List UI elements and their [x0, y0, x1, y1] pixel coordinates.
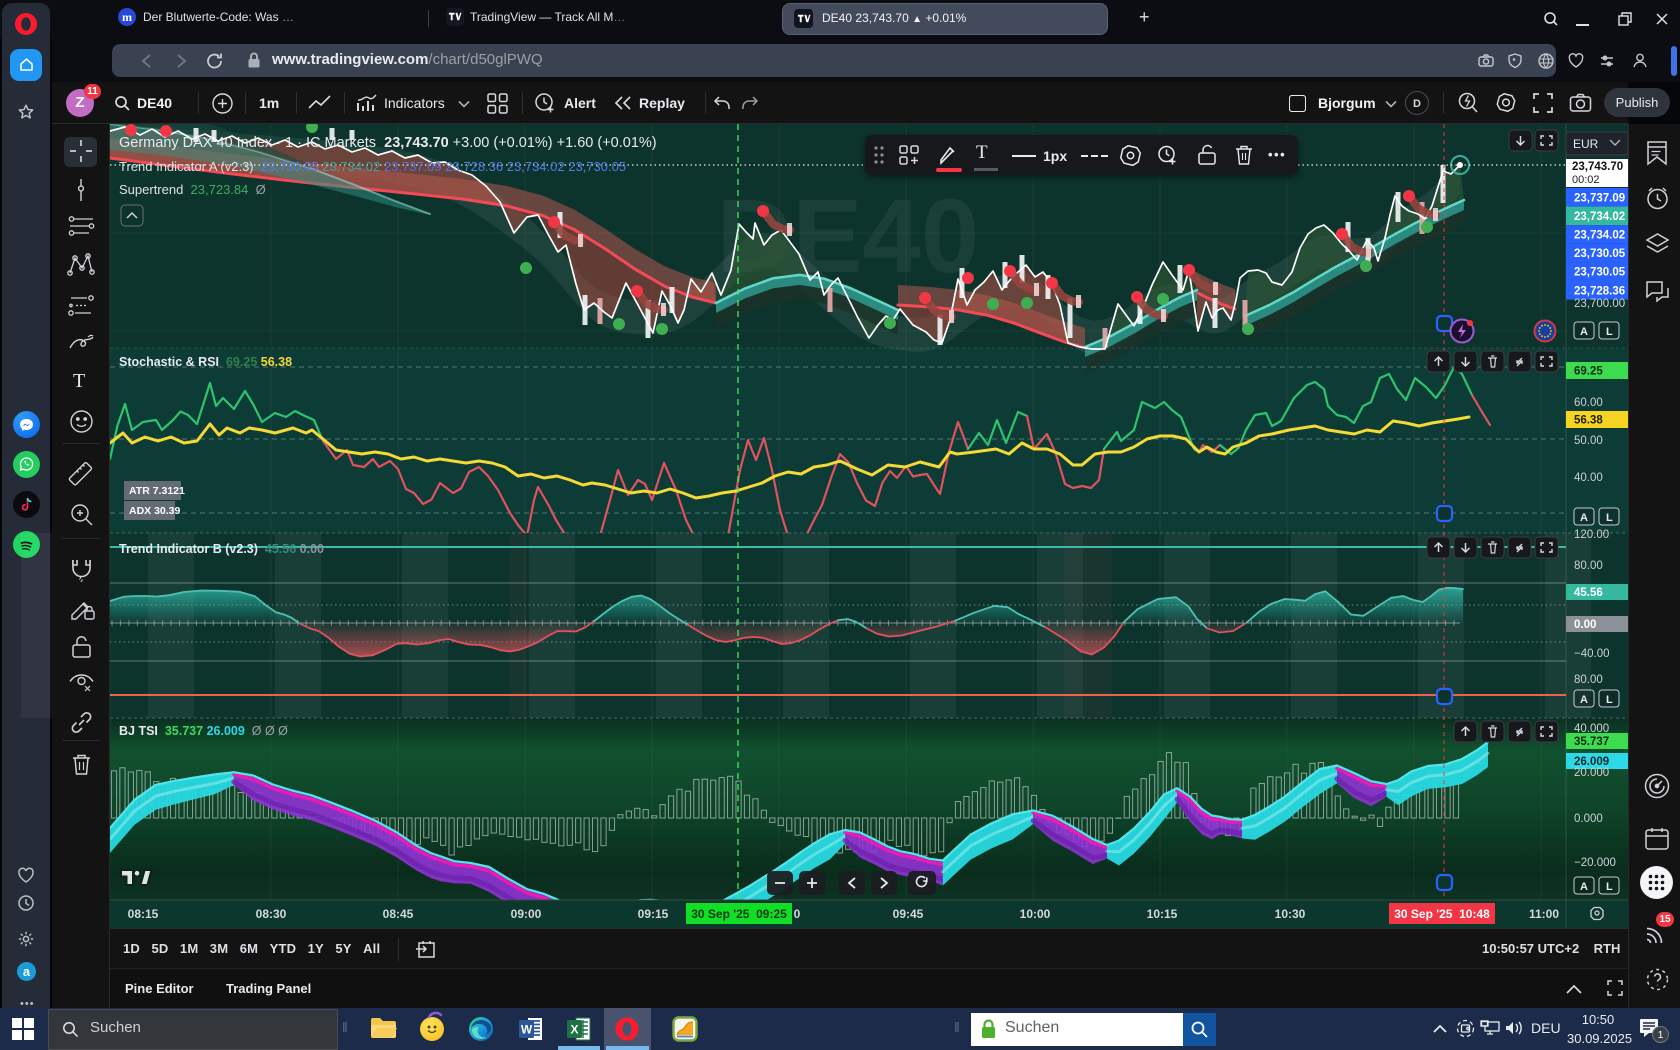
svg-text:09:00: 09:00 — [511, 907, 542, 921]
svg-text:Stochastic & RSI 69.25 56.38: Stochastic & RSI 69.25 56.38 — [119, 355, 292, 369]
svg-text:60.00: 60.00 — [1574, 397, 1603, 409]
svg-text:10:00: 10:00 — [1020, 907, 1051, 921]
svg-text:L: L — [1606, 326, 1613, 338]
svg-text:W: W — [521, 1023, 533, 1037]
svg-text:L: L — [1606, 694, 1613, 706]
svg-text:08:15: 08:15 — [128, 907, 159, 921]
svg-text:Trend Indicator A (v2.3) 23,7: Trend Indicator A (v2.3) 23,730.05 23,73… — [119, 159, 626, 174]
svg-text:A: A — [1580, 881, 1588, 893]
svg-text:08:45: 08:45 — [383, 907, 414, 921]
svg-text:09:15: 09:15 — [638, 907, 669, 921]
svg-text:80.00: 80.00 — [1574, 560, 1603, 572]
svg-text:00:02: 00:02 — [1572, 174, 1600, 186]
svg-text:30 Sep '25 09:25: 30 Sep '25 09:25 — [691, 907, 787, 921]
svg-text:0: 0 — [794, 907, 801, 921]
svg-text:ATR 7.3121: ATR 7.3121 — [129, 485, 185, 497]
svg-text:23,734.02: 23,734.02 — [1574, 230, 1625, 242]
svg-text:10:15: 10:15 — [1147, 907, 1178, 921]
svg-text:30 Sep '25 10:48: 30 Sep '25 10:48 — [1394, 907, 1490, 921]
svg-text:23,730.05: 23,730.05 — [1574, 267, 1626, 279]
svg-text:50.00: 50.00 — [1574, 435, 1603, 447]
svg-text:40.00: 40.00 — [1574, 472, 1603, 484]
svg-text:11:00: 11:00 — [1529, 907, 1559, 921]
svg-text:A: A — [1580, 512, 1588, 524]
svg-text:45.56: 45.56 — [1574, 587, 1603, 599]
svg-text:Supertrend 23,723.84 Ø: Supertrend 23,723.84 Ø — [119, 182, 266, 197]
svg-text:0.000: 0.000 — [1574, 813, 1603, 825]
svg-text:0.00: 0.00 — [1574, 619, 1596, 631]
svg-text:Trend Indicator B (v2.3) 45.5: Trend Indicator B (v2.3) 45.56 0.00 — [119, 542, 324, 556]
svg-text:09:45: 09:45 — [893, 907, 924, 921]
svg-text:A: A — [1580, 694, 1588, 706]
svg-text:23,700.00: 23,700.00 — [1574, 298, 1625, 310]
svg-text:−20.000: −20.000 — [1574, 857, 1616, 869]
svg-text:35.737: 35.737 — [1574, 736, 1609, 748]
svg-text:20.000: 20.000 — [1574, 767, 1609, 779]
svg-text:23,730.05: 23,730.05 — [1574, 248, 1626, 260]
svg-text:BJ TSI 35.737 26.009 Ø Ø Ø: BJ TSI 35.737 26.009 Ø Ø Ø — [119, 724, 288, 738]
svg-text:69.25: 69.25 — [1574, 366, 1603, 378]
svg-text:L: L — [1606, 512, 1613, 524]
svg-text:10:30: 10:30 — [1275, 907, 1306, 921]
svg-text:08:30: 08:30 — [256, 907, 287, 921]
svg-text:Germany DAX 40 Index · 1 · IC: Germany DAX 40 Index · 1 · IC Markets 23… — [119, 135, 657, 151]
svg-text:−40.00: −40.00 — [1574, 648, 1610, 660]
svg-text:120.00: 120.00 — [1574, 529, 1609, 541]
svg-text:56.38: 56.38 — [1574, 415, 1603, 427]
svg-text:X: X — [570, 1023, 578, 1037]
svg-text:EUR: EUR — [1573, 137, 1599, 151]
svg-text:80.00: 80.00 — [1574, 674, 1603, 686]
svg-text:23,728.36: 23,728.36 — [1574, 285, 1625, 297]
svg-text:23,737.09: 23,737.09 — [1574, 192, 1625, 204]
svg-text:A: A — [1580, 326, 1588, 338]
svg-text:ADX 30.39: ADX 30.39 — [129, 505, 181, 517]
svg-text:L: L — [1606, 881, 1613, 893]
svg-text:23,743.70: 23,743.70 — [1572, 161, 1623, 173]
svg-text:23,734.02: 23,734.02 — [1574, 211, 1625, 223]
